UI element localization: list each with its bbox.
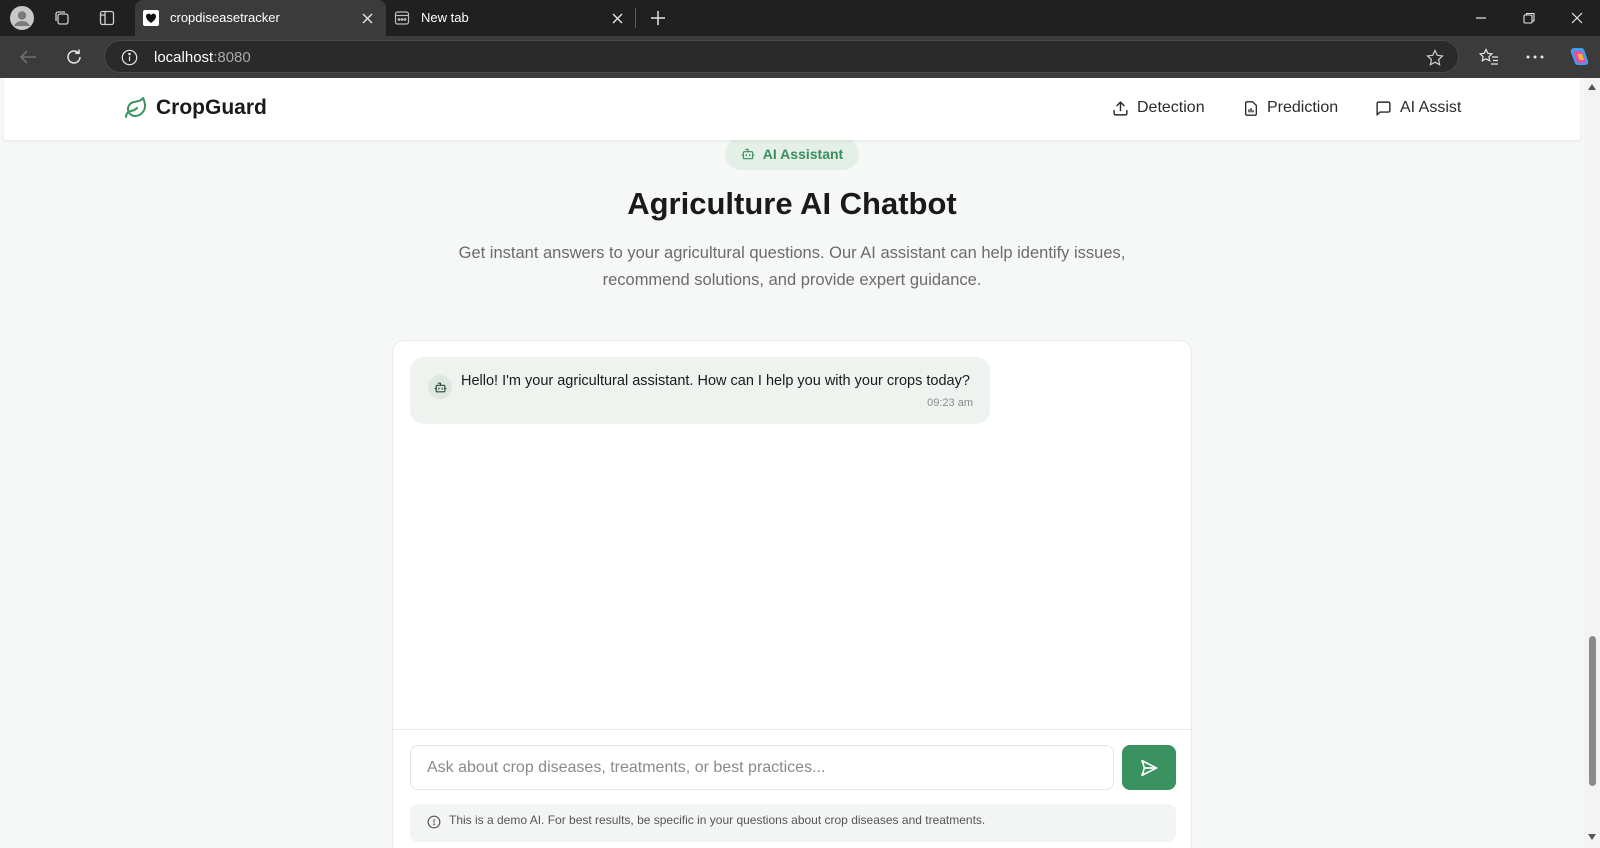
nav-ai-assist[interactable]: AI Assist xyxy=(1375,99,1461,117)
scroll-down-arrow-icon[interactable] xyxy=(1587,832,1597,842)
tab-title: cropdiseasetracker xyxy=(170,10,280,25)
info-icon[interactable] xyxy=(120,48,138,66)
nav-label: Detection xyxy=(1137,99,1205,116)
tab-cropdiseasetracker[interactable]: cropdiseasetracker xyxy=(135,0,386,36)
brand-logo[interactable]: CropGuard xyxy=(124,96,267,120)
vertical-tabs-icon[interactable] xyxy=(97,8,117,28)
minimize-icon[interactable] xyxy=(1470,8,1492,28)
send-button[interactable] xyxy=(1122,745,1176,790)
bot-avatar-icon xyxy=(428,375,452,399)
scrollbar-thumb[interactable] xyxy=(1589,636,1596,786)
more-options-icon[interactable] xyxy=(1524,46,1546,68)
url-port: :8080 xyxy=(213,49,251,66)
site-header: CropGuard Detection Prediction AI Assist xyxy=(4,78,1580,140)
new-tab-favicon-icon xyxy=(394,10,410,26)
brand-name: CropGuard xyxy=(156,96,267,119)
scroll-up-arrow-icon[interactable] xyxy=(1587,82,1597,92)
favorites-list-icon[interactable] xyxy=(1478,46,1500,68)
chat-panel: Hello! I'm your agricultural assistant. … xyxy=(392,340,1192,848)
tab-new-tab[interactable]: New tab xyxy=(386,0,636,36)
bot-message: Hello! I'm your agricultural assistant. … xyxy=(410,357,990,424)
chat-message-input[interactable] xyxy=(410,745,1114,790)
browser-tab-strip: cropdiseasetracker New tab xyxy=(0,0,1600,36)
workspaces-icon[interactable] xyxy=(52,8,72,28)
send-icon xyxy=(1139,758,1159,778)
address-bar[interactable]: localhost:8080 xyxy=(104,40,1459,73)
favorite-star-icon[interactable] xyxy=(1425,48,1445,68)
bot-icon xyxy=(741,147,755,161)
nav-label: AI Assist xyxy=(1400,99,1462,116)
tab-title: New tab xyxy=(421,10,469,25)
page-viewport: CropGuard Detection Prediction AI Assist… xyxy=(0,78,1584,848)
nav-prediction[interactable]: Prediction xyxy=(1243,99,1338,117)
page-scrollbar[interactable] xyxy=(1584,78,1600,848)
message-square-icon xyxy=(1375,100,1392,117)
close-icon[interactable] xyxy=(608,9,626,27)
upload-icon xyxy=(1112,100,1129,117)
tab-separator xyxy=(635,8,636,28)
url-host: localhost xyxy=(154,49,214,66)
copilot-icon[interactable] xyxy=(1566,44,1592,70)
restore-icon[interactable] xyxy=(1518,8,1540,28)
nav-label: Prediction xyxy=(1267,99,1339,116)
new-tab-plus-icon[interactable] xyxy=(648,8,668,28)
profile-avatar-icon[interactable] xyxy=(9,5,35,31)
back-arrow-icon[interactable] xyxy=(17,47,39,67)
nav-detection[interactable]: Detection xyxy=(1112,99,1205,117)
message-timestamp: 09:23 am xyxy=(927,397,973,409)
page-subtitle: Get instant answers to your agricultural… xyxy=(458,244,1126,289)
url-text: localhost:8080 xyxy=(154,49,251,66)
page-title: Agriculture AI Chatbot xyxy=(627,186,957,221)
browser-toolbar: localhost:8080 xyxy=(0,36,1600,78)
demo-notice: This is a demo AI. For best results, be … xyxy=(410,804,1176,842)
chat-divider xyxy=(393,729,1191,730)
reload-icon[interactable] xyxy=(63,46,85,68)
message-text: Hello! I'm your agricultural assistant. … xyxy=(461,373,970,389)
ai-assistant-badge: AI Assistant xyxy=(725,138,859,170)
leaf-icon xyxy=(124,96,148,120)
demo-notice-text: This is a demo AI. For best results, be … xyxy=(449,813,986,827)
info-circle-icon xyxy=(426,814,442,830)
file-chart-icon xyxy=(1243,100,1259,117)
close-icon[interactable] xyxy=(358,9,376,27)
window-close-icon[interactable] xyxy=(1566,8,1588,28)
badge-label: AI Assistant xyxy=(762,146,844,162)
heart-favicon-icon xyxy=(143,10,159,26)
